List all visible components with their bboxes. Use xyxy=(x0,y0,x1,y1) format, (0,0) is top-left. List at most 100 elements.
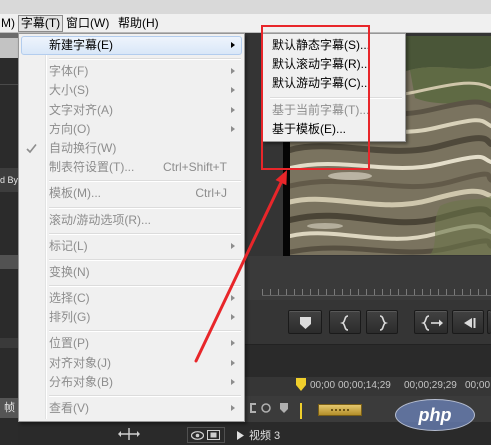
submenu-arrow-icon xyxy=(231,242,235,249)
menu-item-word-wrap: 自动换行(W) xyxy=(21,139,242,158)
menu-item-text-alignment: 文字对齐(A) xyxy=(21,101,242,120)
menu-item-view: 查看(V) xyxy=(21,399,242,418)
playhead-handle[interactable] xyxy=(296,378,306,391)
column-header-edge: d By xyxy=(0,168,18,192)
track-select-icon[interactable] xyxy=(118,427,140,441)
submenu-arrow-icon xyxy=(231,378,235,385)
timeline-top-area xyxy=(245,345,491,377)
submenu-arrow-icon xyxy=(231,106,235,113)
submenu-arrow-icon xyxy=(231,340,235,347)
snap-icon[interactable] xyxy=(250,403,256,413)
track-label: 视频 3 xyxy=(249,430,281,442)
menu-item-label: 选择(C) xyxy=(49,291,90,306)
menu-item-size: 大小(S) xyxy=(21,81,242,100)
menu-item-new-title[interactable]: 新建字幕(E) xyxy=(21,36,242,56)
menu-item-orientation: 方向(O) xyxy=(21,120,242,139)
menu-separator xyxy=(265,94,403,101)
menu-separator xyxy=(21,177,242,184)
menu-item-label: 自动换行(W) xyxy=(49,140,117,155)
add-marker-button[interactable] xyxy=(288,310,322,334)
playhead-line xyxy=(300,403,302,419)
timecode-label: 00;00 xyxy=(465,380,491,391)
menubar: M) 字幕(T) 窗口(W) 帮助(H) xyxy=(0,14,491,33)
step-back-icon xyxy=(464,318,476,328)
panel-tab-edge xyxy=(0,38,18,58)
menu-item-label: 字体(F) xyxy=(49,64,89,79)
new-title-submenu: 默认静态字幕(S)... 默认滚动字幕(R)... 默认游动字幕(C)... 基… xyxy=(262,33,406,142)
menubar-item-window[interactable]: 窗口(W) xyxy=(66,15,109,32)
go-to-in-button[interactable] xyxy=(414,310,448,334)
film-icon[interactable] xyxy=(207,430,220,440)
step-forward-button[interactable] xyxy=(487,310,491,334)
menubar-item-title[interactable]: 字幕(T) xyxy=(18,15,63,32)
timecode-label: 00;00;14;29 xyxy=(338,380,391,391)
menu-item-roll-crawl-options: 滚动/游动选项(R)... xyxy=(21,211,242,230)
menu-item-label: 默认滚动字幕(R)... xyxy=(272,57,371,72)
menu-item-transform: 变换(N) xyxy=(21,263,242,282)
menu-separator xyxy=(21,204,242,211)
menu-item-label: 默认游动字幕(C)... xyxy=(272,76,371,91)
menu-separator xyxy=(21,327,242,334)
menu-item-label: 默认静态字幕(S)... xyxy=(272,38,370,52)
menu-item-position: 位置(P) xyxy=(21,334,242,353)
work-area-grip xyxy=(331,409,349,411)
go-to-in-icon xyxy=(420,315,443,331)
menu-item-arrange: 排列(G) xyxy=(21,308,242,327)
menubar-item-partial[interactable]: M) xyxy=(1,15,15,32)
shortcut-label: Ctrl+Shift+T xyxy=(162,160,227,175)
menu-item-label: 方向(O) xyxy=(49,121,91,136)
menu-item-default-still-title[interactable]: 默认静态字幕(S)... xyxy=(265,36,403,55)
menu-item-label: 位置(P) xyxy=(49,336,89,351)
panel-divider xyxy=(0,338,18,348)
marker-icon[interactable] xyxy=(280,403,288,413)
timecode-label: 00;00 xyxy=(310,380,336,391)
menu-separator xyxy=(21,256,242,263)
menu-item-align-objects: 对齐对象(J) xyxy=(21,354,242,373)
menu-item-label: 滚动/游动选项(R)... xyxy=(49,212,151,227)
menu-item-label: 文字对齐(A) xyxy=(49,102,113,117)
menu-item-label: 大小(S) xyxy=(49,83,89,98)
watermark-text: php xyxy=(418,405,452,425)
title-menu: 新建字幕(E) 字体(F) 大小(S) 文字对齐(A) 方向(O) 自动换行(W… xyxy=(18,33,245,422)
menu-item-tab-stops: 制表符设置(T)... Ctrl+Shift+T xyxy=(21,158,242,177)
panel-divider xyxy=(0,84,18,85)
menu-item-default-roll-title[interactable]: 默认滚动字幕(R)... xyxy=(265,55,403,74)
menu-item-font: 字体(F) xyxy=(21,62,242,81)
menu-separator xyxy=(21,392,242,399)
menu-item-label: 基于模板(E)... xyxy=(272,121,346,136)
eye-icon[interactable] xyxy=(191,431,204,440)
menu-item-based-on-current-title: 基于当前字幕(T)... xyxy=(265,101,403,120)
mark-out-button[interactable] xyxy=(366,310,398,334)
submenu-arrow-icon xyxy=(231,359,235,366)
submenu-arrow-icon xyxy=(231,68,235,75)
panel-scrollbar-edge xyxy=(0,255,18,269)
monitor-time-ruler[interactable] xyxy=(262,289,491,296)
submenu-arrow-icon xyxy=(231,125,235,132)
menubar-item-help[interactable]: 帮助(H) xyxy=(118,15,159,32)
menu-separator xyxy=(21,55,242,62)
add-marker-icon xyxy=(300,317,311,329)
menu-item-label: 基于当前字幕(T)... xyxy=(272,102,370,117)
timecode-label: 00;00;29;29 xyxy=(404,380,457,391)
track-expand-icon[interactable] xyxy=(237,431,244,440)
project-panel-edge xyxy=(0,33,18,445)
column-header-label: d By xyxy=(0,175,18,185)
step-back-button[interactable] xyxy=(452,310,484,334)
menu-item-label: 查看(V) xyxy=(49,401,89,415)
work-area-bar[interactable] xyxy=(318,404,362,416)
menu-item-select: 选择(C) xyxy=(21,289,242,308)
menu-item-default-crawl-title[interactable]: 默认游动字幕(C)... xyxy=(265,74,403,93)
submenu-arrow-icon xyxy=(231,87,235,94)
playhead[interactable] xyxy=(295,378,307,420)
menu-item-based-on-template[interactable]: 基于模板(E)... xyxy=(265,120,403,139)
menu-item-label: 排列(G) xyxy=(49,310,91,325)
mark-in-button[interactable] xyxy=(329,310,361,334)
php-watermark: php xyxy=(395,399,475,431)
check-icon xyxy=(26,143,37,154)
add-marker-icon[interactable] xyxy=(261,403,271,413)
frame-label-edge: 帧 xyxy=(0,398,18,418)
menu-item-label: 模板(M)... xyxy=(49,186,101,201)
menu-separator xyxy=(21,282,242,289)
window-title-strip xyxy=(0,0,491,14)
menu-item-label: 变换(N) xyxy=(49,264,90,279)
